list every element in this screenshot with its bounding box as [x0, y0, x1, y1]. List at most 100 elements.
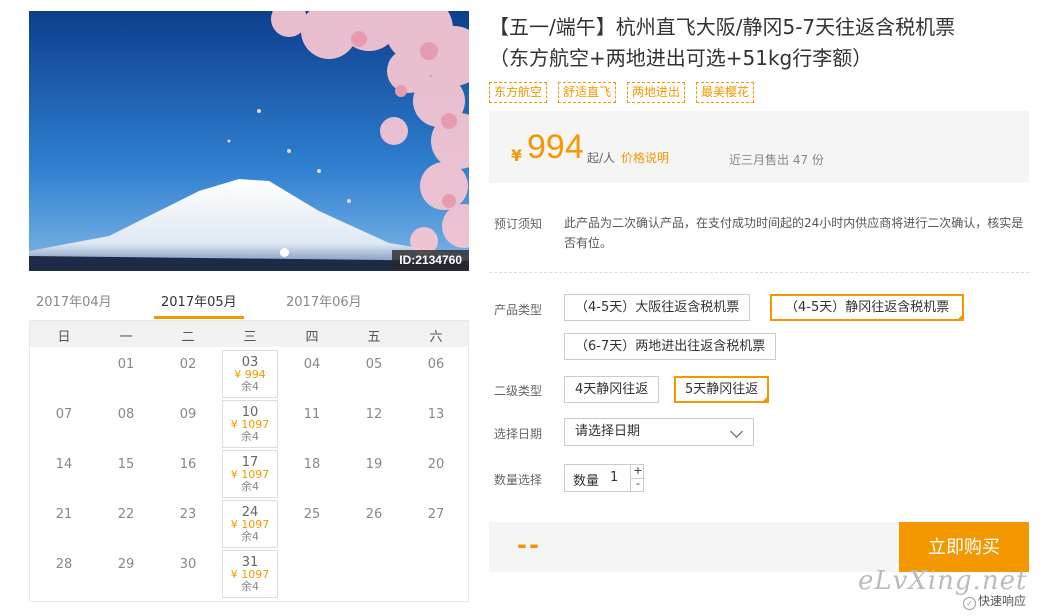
calendar-day: 04	[284, 350, 340, 398]
day-number: 05	[365, 357, 383, 372]
carousel-dot[interactable]	[280, 248, 289, 257]
day-remaining: 余4	[241, 380, 259, 393]
date-label: 选择日期	[494, 427, 543, 441]
day-number: 20	[427, 457, 445, 472]
quantity-inner-label: 数量	[573, 474, 600, 489]
weekday-label: 五	[367, 330, 381, 345]
day-number: 29	[117, 557, 135, 572]
day-number: 14	[55, 457, 73, 472]
tab-month-may[interactable]: 2017年05月	[161, 291, 237, 310]
tag: 最美樱花	[696, 82, 755, 103]
total-price: --	[517, 531, 541, 559]
calendar-day: 16	[160, 450, 216, 498]
calendar-day-available[interactable]: 03 ¥ 994 余4	[222, 350, 278, 398]
calendar-day: 09	[160, 400, 216, 448]
price-explain-link[interactable]: 价格说明	[621, 149, 669, 166]
day-number: 03	[241, 355, 259, 370]
day-number: 25	[303, 507, 321, 522]
product-type-option-both[interactable]: （6-7天）两地进出往返含税机票	[564, 333, 777, 360]
quantity-stepper: 数量 1 + -	[564, 464, 645, 492]
calendar-day: 15	[98, 450, 154, 498]
day-number: 13	[427, 407, 445, 422]
day-number: 11	[303, 407, 321, 422]
calendar-day: 30	[160, 550, 216, 598]
notice-text: 此产品为二次确认产品，在支付成功时间起的24小时内供应商将进行二次确认，核实是否…	[564, 216, 1024, 250]
day-number: 08	[117, 407, 135, 422]
day-number: 22	[117, 507, 135, 522]
day-number: 28	[55, 557, 73, 572]
calendar-day: 20	[408, 450, 464, 498]
quantity-decrement-button[interactable]: -	[630, 478, 645, 491]
sub-type-option-4day[interactable]: 4天静冈往返	[564, 376, 660, 403]
calendar-day: 18	[284, 450, 340, 498]
month-tabs: 2017年04月 2017年05月 2017年06月	[29, 284, 469, 320]
title-line-2: （东方航空+两地进出可选+51kg行李额）	[489, 46, 873, 70]
sub-type-option-5day[interactable]: 5天静冈往返	[674, 376, 770, 403]
calendar-day: 25	[284, 500, 340, 548]
mount-fuji-photo	[29, 11, 469, 271]
weekday-label: 三	[243, 330, 257, 345]
booking-calendar: 日 一 二 三 四 五 六 01 02 03 ¥ 994 余4 04 05 06 07 08 09 10 ¥ 109…	[29, 320, 469, 602]
calendar-day: 14	[36, 450, 92, 498]
day-number: 31	[241, 555, 259, 570]
day-number: 23	[179, 507, 197, 522]
day-remaining: 余4	[241, 530, 259, 543]
day-number: 18	[303, 457, 321, 472]
buy-now-button[interactable]: 立即购买	[899, 522, 1029, 572]
day-number: 24	[241, 505, 259, 520]
weekday-label: 日	[57, 330, 71, 345]
calendar-day: 12	[346, 400, 402, 448]
currency-symbol: ¥	[511, 146, 523, 165]
tab-month-june[interactable]: 2017年06月	[286, 291, 362, 310]
weekday-label: 四	[305, 330, 319, 345]
day-number: 15	[117, 457, 135, 472]
calendar-day-available[interactable]: 24 ¥ 1097 余4	[222, 500, 278, 548]
calendar-day-available[interactable]: 31 ¥ 1097 余4	[222, 550, 278, 598]
price-unit: 起/人	[587, 151, 616, 165]
day-number: 16	[179, 457, 197, 472]
calendar-day-available[interactable]: 17 ¥ 1097 余4	[222, 450, 278, 498]
calendar-day: 26	[346, 500, 402, 548]
fast-response-badge[interactable]: ✓ 快速响应	[963, 592, 1026, 610]
quantity-value[interactable]: 1	[610, 470, 618, 485]
product-type-option-osaka[interactable]: （4-5天）大阪往返含税机票	[564, 294, 751, 321]
tag: 两地进出	[627, 82, 686, 103]
day-number: 04	[303, 357, 321, 372]
calendar-day: 02	[160, 350, 216, 398]
weekday-label: 六	[429, 330, 443, 345]
tag: 舒适直飞	[558, 82, 617, 103]
calendar-day: 29	[98, 550, 154, 598]
tag: 东方航空	[489, 82, 548, 103]
calendar-footer	[29, 604, 469, 616]
calendar-day: 22	[98, 500, 154, 548]
day-number: 01	[117, 357, 135, 372]
tab-month-april[interactable]: 2017年04月	[36, 291, 112, 310]
calendar-day: 05	[346, 350, 402, 398]
divider	[489, 272, 1029, 273]
product-type-label: 产品类型	[494, 303, 543, 317]
calendar-day-available[interactable]: 10 ¥ 1097 余4	[222, 400, 278, 448]
product-tags: 东方航空 舒适直飞 两地进出 最美樱花	[489, 81, 765, 103]
product-type-option-shizuoka[interactable]: （4-5天）静冈往返含税机票	[770, 294, 965, 321]
sold-count: 近三月售出 47 份	[729, 153, 824, 167]
day-number: 27	[427, 507, 445, 522]
image-id-label: ID:2134760	[392, 250, 469, 271]
calendar-day: 27	[408, 500, 464, 548]
title-line-1: 【五一/端午】杭州直飞大阪/静冈5-7天往返含税机票	[489, 15, 956, 39]
buy-bar: -- 立即购买	[489, 522, 1029, 572]
day-number: 09	[179, 407, 197, 422]
calendar-day: 07	[36, 400, 92, 448]
day-number: 07	[55, 407, 73, 422]
day-remaining: 余4	[241, 580, 259, 593]
calendar-day: 13	[408, 400, 464, 448]
chevron-down-icon	[730, 425, 743, 438]
product-image[interactable]: ID:2134760	[29, 11, 469, 271]
day-number: 10	[241, 405, 259, 420]
weekday-label: 二	[181, 330, 195, 345]
date-select[interactable]: 请选择日期	[564, 418, 754, 446]
calendar-day: 11	[284, 400, 340, 448]
day-number: 30	[179, 557, 197, 572]
calendar-weekday-header: 日一二三四五六	[30, 321, 468, 347]
notice-label: 预订须知	[494, 217, 543, 231]
day-number: 17	[241, 455, 259, 470]
